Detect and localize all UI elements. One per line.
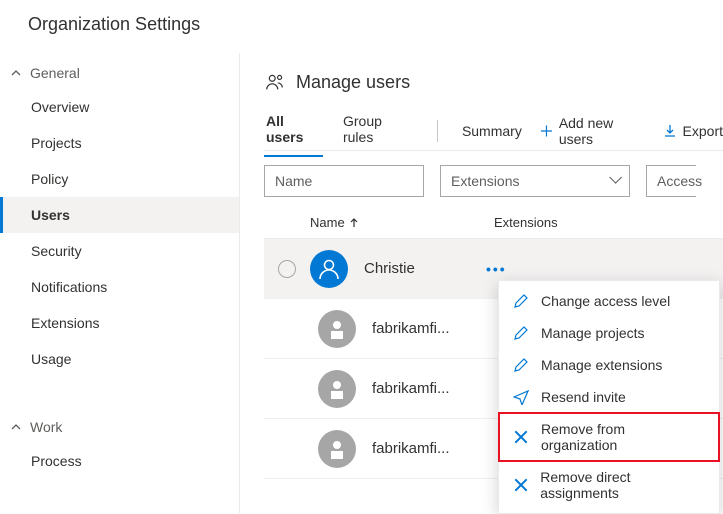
page-title: Organization Settings	[0, 0, 723, 53]
sort-asc-icon	[349, 218, 359, 228]
export-action[interactable]: Export	[663, 123, 723, 139]
x-icon	[513, 429, 529, 445]
sidebar-item-notifications[interactable]: Notifications	[0, 269, 239, 305]
user-name-cell: Christie	[364, 260, 482, 277]
divider	[437, 120, 438, 142]
summary-action[interactable]: Summary	[462, 123, 522, 139]
sidebar-item-extensions[interactable]: Extensions	[0, 305, 239, 341]
person-icon	[317, 257, 341, 281]
user-name-cell: fabrikamfi...	[372, 320, 490, 337]
pencil-icon	[513, 293, 529, 309]
sidebar-item-usage[interactable]: Usage	[0, 341, 239, 377]
chevron-up-icon	[10, 67, 22, 79]
sidebar-group-work[interactable]: Work	[0, 411, 239, 443]
access-filter-select[interactable]: Access	[646, 165, 696, 197]
pencil-icon	[513, 325, 529, 341]
add-new-users-action[interactable]: Add new users	[540, 115, 645, 147]
add-users-label: Add new users	[559, 115, 645, 147]
sidebar-item-process[interactable]: Process	[0, 443, 239, 479]
plus-icon	[540, 124, 553, 138]
person-placeholder-icon	[325, 437, 349, 461]
extensions-filter-select[interactable]: Extensions	[440, 165, 630, 197]
avatar	[318, 370, 356, 408]
avatar	[318, 430, 356, 468]
tab-group-rules[interactable]: Group rules	[341, 105, 413, 157]
filter-row: Name Extensions Access	[264, 151, 723, 207]
avatar	[310, 250, 348, 288]
menu-item-manage-extensions[interactable]: Manage extensions	[499, 349, 719, 381]
chevron-down-icon	[607, 175, 619, 187]
chevron-up-icon	[10, 421, 22, 433]
download-icon	[663, 124, 677, 138]
tab-bar: All users Group rules Summary Add new us…	[264, 111, 723, 151]
avatar	[318, 310, 356, 348]
section-title: Manage users	[296, 72, 410, 93]
send-icon	[513, 389, 529, 405]
person-placeholder-icon	[325, 317, 349, 341]
menu-item-change-access[interactable]: Change access level	[499, 285, 719, 317]
tab-all-users[interactable]: All users	[264, 105, 323, 157]
menu-item-resend-invite[interactable]: Resend invite	[499, 381, 719, 413]
users-icon	[264, 71, 286, 93]
sidebar-group-label: General	[30, 65, 80, 81]
menu-item-remove-from-org[interactable]: Remove from organization	[499, 413, 719, 461]
context-menu: Change access level Manage projects Mana…	[498, 280, 720, 514]
menu-item-manage-projects[interactable]: Manage projects	[499, 317, 719, 349]
section-header: Manage users	[264, 71, 723, 93]
sidebar-item-users[interactable]: Users	[0, 197, 239, 233]
user-name-cell: fabrikamfi...	[372, 440, 490, 457]
person-placeholder-icon	[325, 377, 349, 401]
row-select-radio[interactable]	[278, 260, 296, 278]
sidebar-group-general[interactable]: General	[0, 57, 239, 89]
sidebar-item-security[interactable]: Security	[0, 233, 239, 269]
column-name[interactable]: Name	[310, 215, 494, 230]
column-extensions[interactable]: Extensions	[494, 215, 558, 230]
export-label: Export	[683, 123, 723, 139]
name-filter-input[interactable]: Name	[264, 165, 424, 197]
sidebar-item-projects[interactable]: Projects	[0, 125, 239, 161]
row-more-actions[interactable]: •••	[482, 261, 507, 277]
menu-item-remove-direct-assign[interactable]: Remove direct assignments	[499, 461, 719, 509]
pencil-icon	[513, 357, 529, 373]
sidebar-item-overview[interactable]: Overview	[0, 89, 239, 125]
user-name-cell: fabrikamfi...	[372, 380, 490, 397]
sidebar: General Overview Projects Policy Users S…	[0, 53, 240, 513]
column-headers: Name Extensions	[264, 207, 723, 239]
sidebar-item-policy[interactable]: Policy	[0, 161, 239, 197]
x-icon	[513, 477, 528, 493]
sidebar-group-label: Work	[30, 419, 62, 435]
